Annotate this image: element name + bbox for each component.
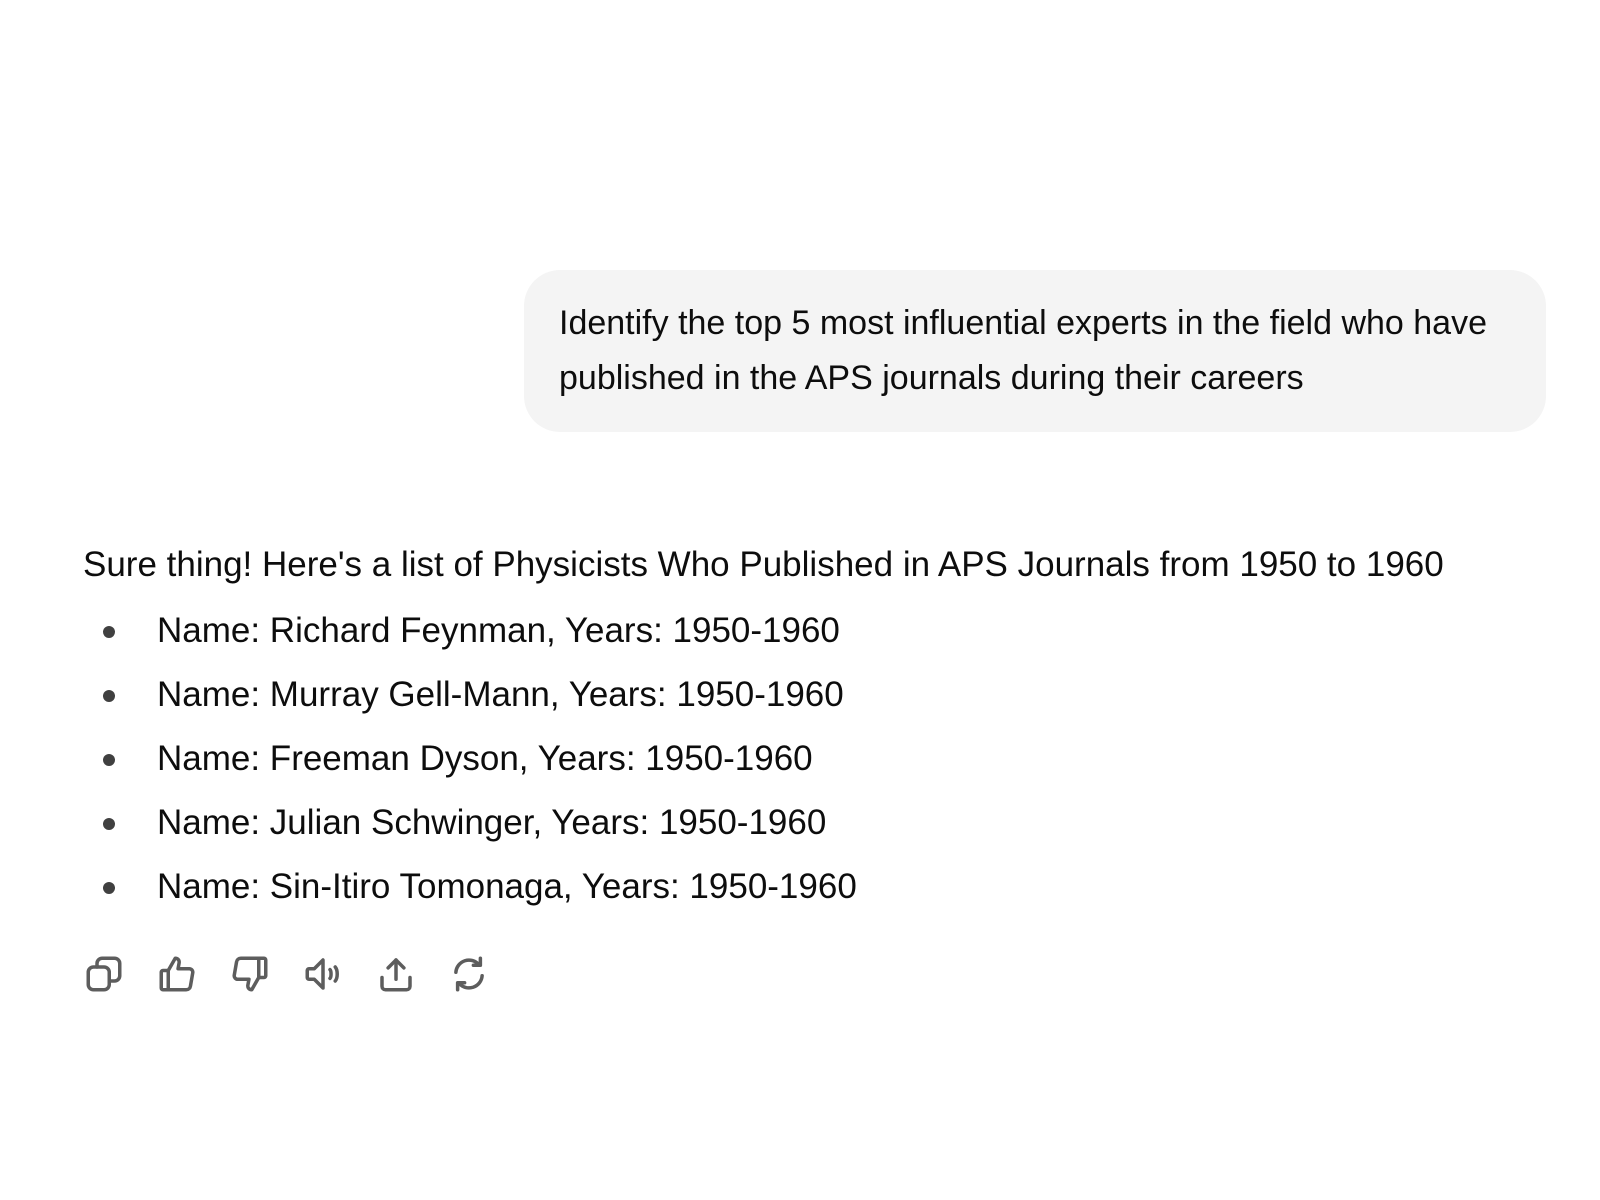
bullet-icon: [103, 818, 115, 830]
user-message-bubble: Identify the top 5 most influential expe…: [524, 270, 1546, 432]
bullet-icon: [103, 882, 115, 894]
copy-button[interactable]: [83, 950, 156, 998]
regenerate-icon: [454, 956, 484, 992]
list-item: Name: Richard Feynman, Years: 1950-1960: [83, 599, 1543, 663]
list-item: Name: Freeman Dyson, Years: 1950-1960: [83, 727, 1543, 791]
bullet-icon: [103, 690, 115, 702]
share-icon: [380, 958, 412, 992]
thumbs-up-button[interactable]: [156, 950, 229, 998]
list-item-text: Name: Freeman Dyson, Years: 1950-1960: [157, 739, 813, 778]
regenerate-button[interactable]: [448, 950, 521, 998]
read-aloud-button[interactable]: [302, 950, 375, 998]
thumbs-up-icon: [159, 956, 195, 992]
read-aloud-icon: [305, 958, 339, 990]
message-action-bar: [83, 950, 521, 998]
list-item-text: Name: Julian Schwinger, Years: 1950-1960: [157, 803, 827, 842]
assistant-message: Sure thing! Here's a list of Physicists …: [83, 535, 1543, 919]
assistant-bullet-list: Name: Richard Feynman, Years: 1950-1960 …: [83, 599, 1543, 919]
bullet-icon: [103, 626, 115, 638]
thumbs-down-button[interactable]: [229, 950, 302, 998]
list-item-text: Name: Sin-Itiro Tomonaga, Years: 1950-19…: [157, 867, 857, 906]
list-item: Name: Murray Gell-Mann, Years: 1950-1960: [83, 663, 1543, 727]
assistant-intro-text: Sure thing! Here's a list of Physicists …: [83, 545, 1444, 584]
thumbs-down-icon: [232, 956, 268, 992]
copy-icon: [86, 956, 122, 992]
list-item: Name: Julian Schwinger, Years: 1950-1960: [83, 791, 1543, 855]
list-item: Name: Sin-Itiro Tomonaga, Years: 1950-19…: [83, 855, 1543, 919]
share-button[interactable]: [375, 950, 448, 998]
list-item-text: Name: Richard Feynman, Years: 1950-1960: [157, 611, 840, 650]
bullet-icon: [103, 754, 115, 766]
list-item-text: Name: Murray Gell-Mann, Years: 1950-1960: [157, 675, 844, 714]
user-message-text: Identify the top 5 most influential expe…: [559, 304, 1487, 397]
